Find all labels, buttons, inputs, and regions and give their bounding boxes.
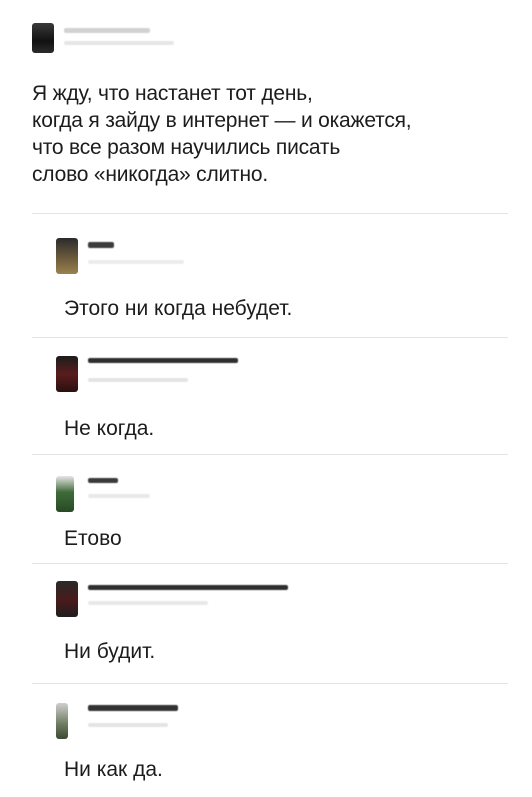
divider xyxy=(32,683,508,684)
post-author-name-blurred xyxy=(64,28,150,33)
comment-text: Етово xyxy=(64,527,122,550)
comment-meta-blurred xyxy=(88,260,184,264)
divider xyxy=(32,454,508,455)
comment: Ни будит. xyxy=(32,577,512,667)
comment: Ни как да. xyxy=(32,695,512,795)
post-line: когда я зайду в интернет — и окажется, xyxy=(32,109,412,132)
post-line: Я жду, что настанет тот день, xyxy=(32,82,313,105)
post-line: слово «никогда» слитно. xyxy=(32,163,268,186)
comment-author-blurred[interactable] xyxy=(88,478,118,483)
comment-avatar[interactable] xyxy=(56,476,74,512)
comment-text: Ни как да. xyxy=(64,758,163,781)
comment-avatar[interactable] xyxy=(56,356,78,392)
comment-avatar[interactable] xyxy=(56,581,78,617)
comment: Етово xyxy=(32,466,512,556)
divider xyxy=(32,563,508,564)
comment: Этого ни когда небудет. xyxy=(32,236,512,326)
comment-meta-blurred xyxy=(88,601,208,605)
comment-author-blurred[interactable] xyxy=(88,242,114,248)
post-author[interactable] xyxy=(18,14,218,58)
comment-avatar[interactable] xyxy=(56,703,68,739)
comment-text: Этого ни когда небудет. xyxy=(64,297,293,320)
comment-avatar[interactable] xyxy=(56,238,78,274)
divider xyxy=(32,213,508,214)
comment-author-blurred[interactable] xyxy=(88,358,238,363)
comment-meta-blurred xyxy=(88,494,150,498)
comment-author-blurred[interactable] xyxy=(88,585,288,590)
post-meta-blurred xyxy=(64,41,174,45)
divider xyxy=(32,337,508,338)
post-line: что все разом научились писать xyxy=(32,136,341,159)
post-avatar[interactable] xyxy=(32,23,54,53)
comment-meta-blurred xyxy=(88,378,188,382)
post-body: Я жду, что настанет тот день, когда я за… xyxy=(32,80,522,188)
comment: Не когда. xyxy=(32,348,512,440)
comment-text: Ни будит. xyxy=(64,640,156,663)
comment-text: Не когда. xyxy=(64,417,155,440)
comment-meta-blurred xyxy=(88,723,168,727)
comment-author-blurred[interactable] xyxy=(88,705,178,711)
